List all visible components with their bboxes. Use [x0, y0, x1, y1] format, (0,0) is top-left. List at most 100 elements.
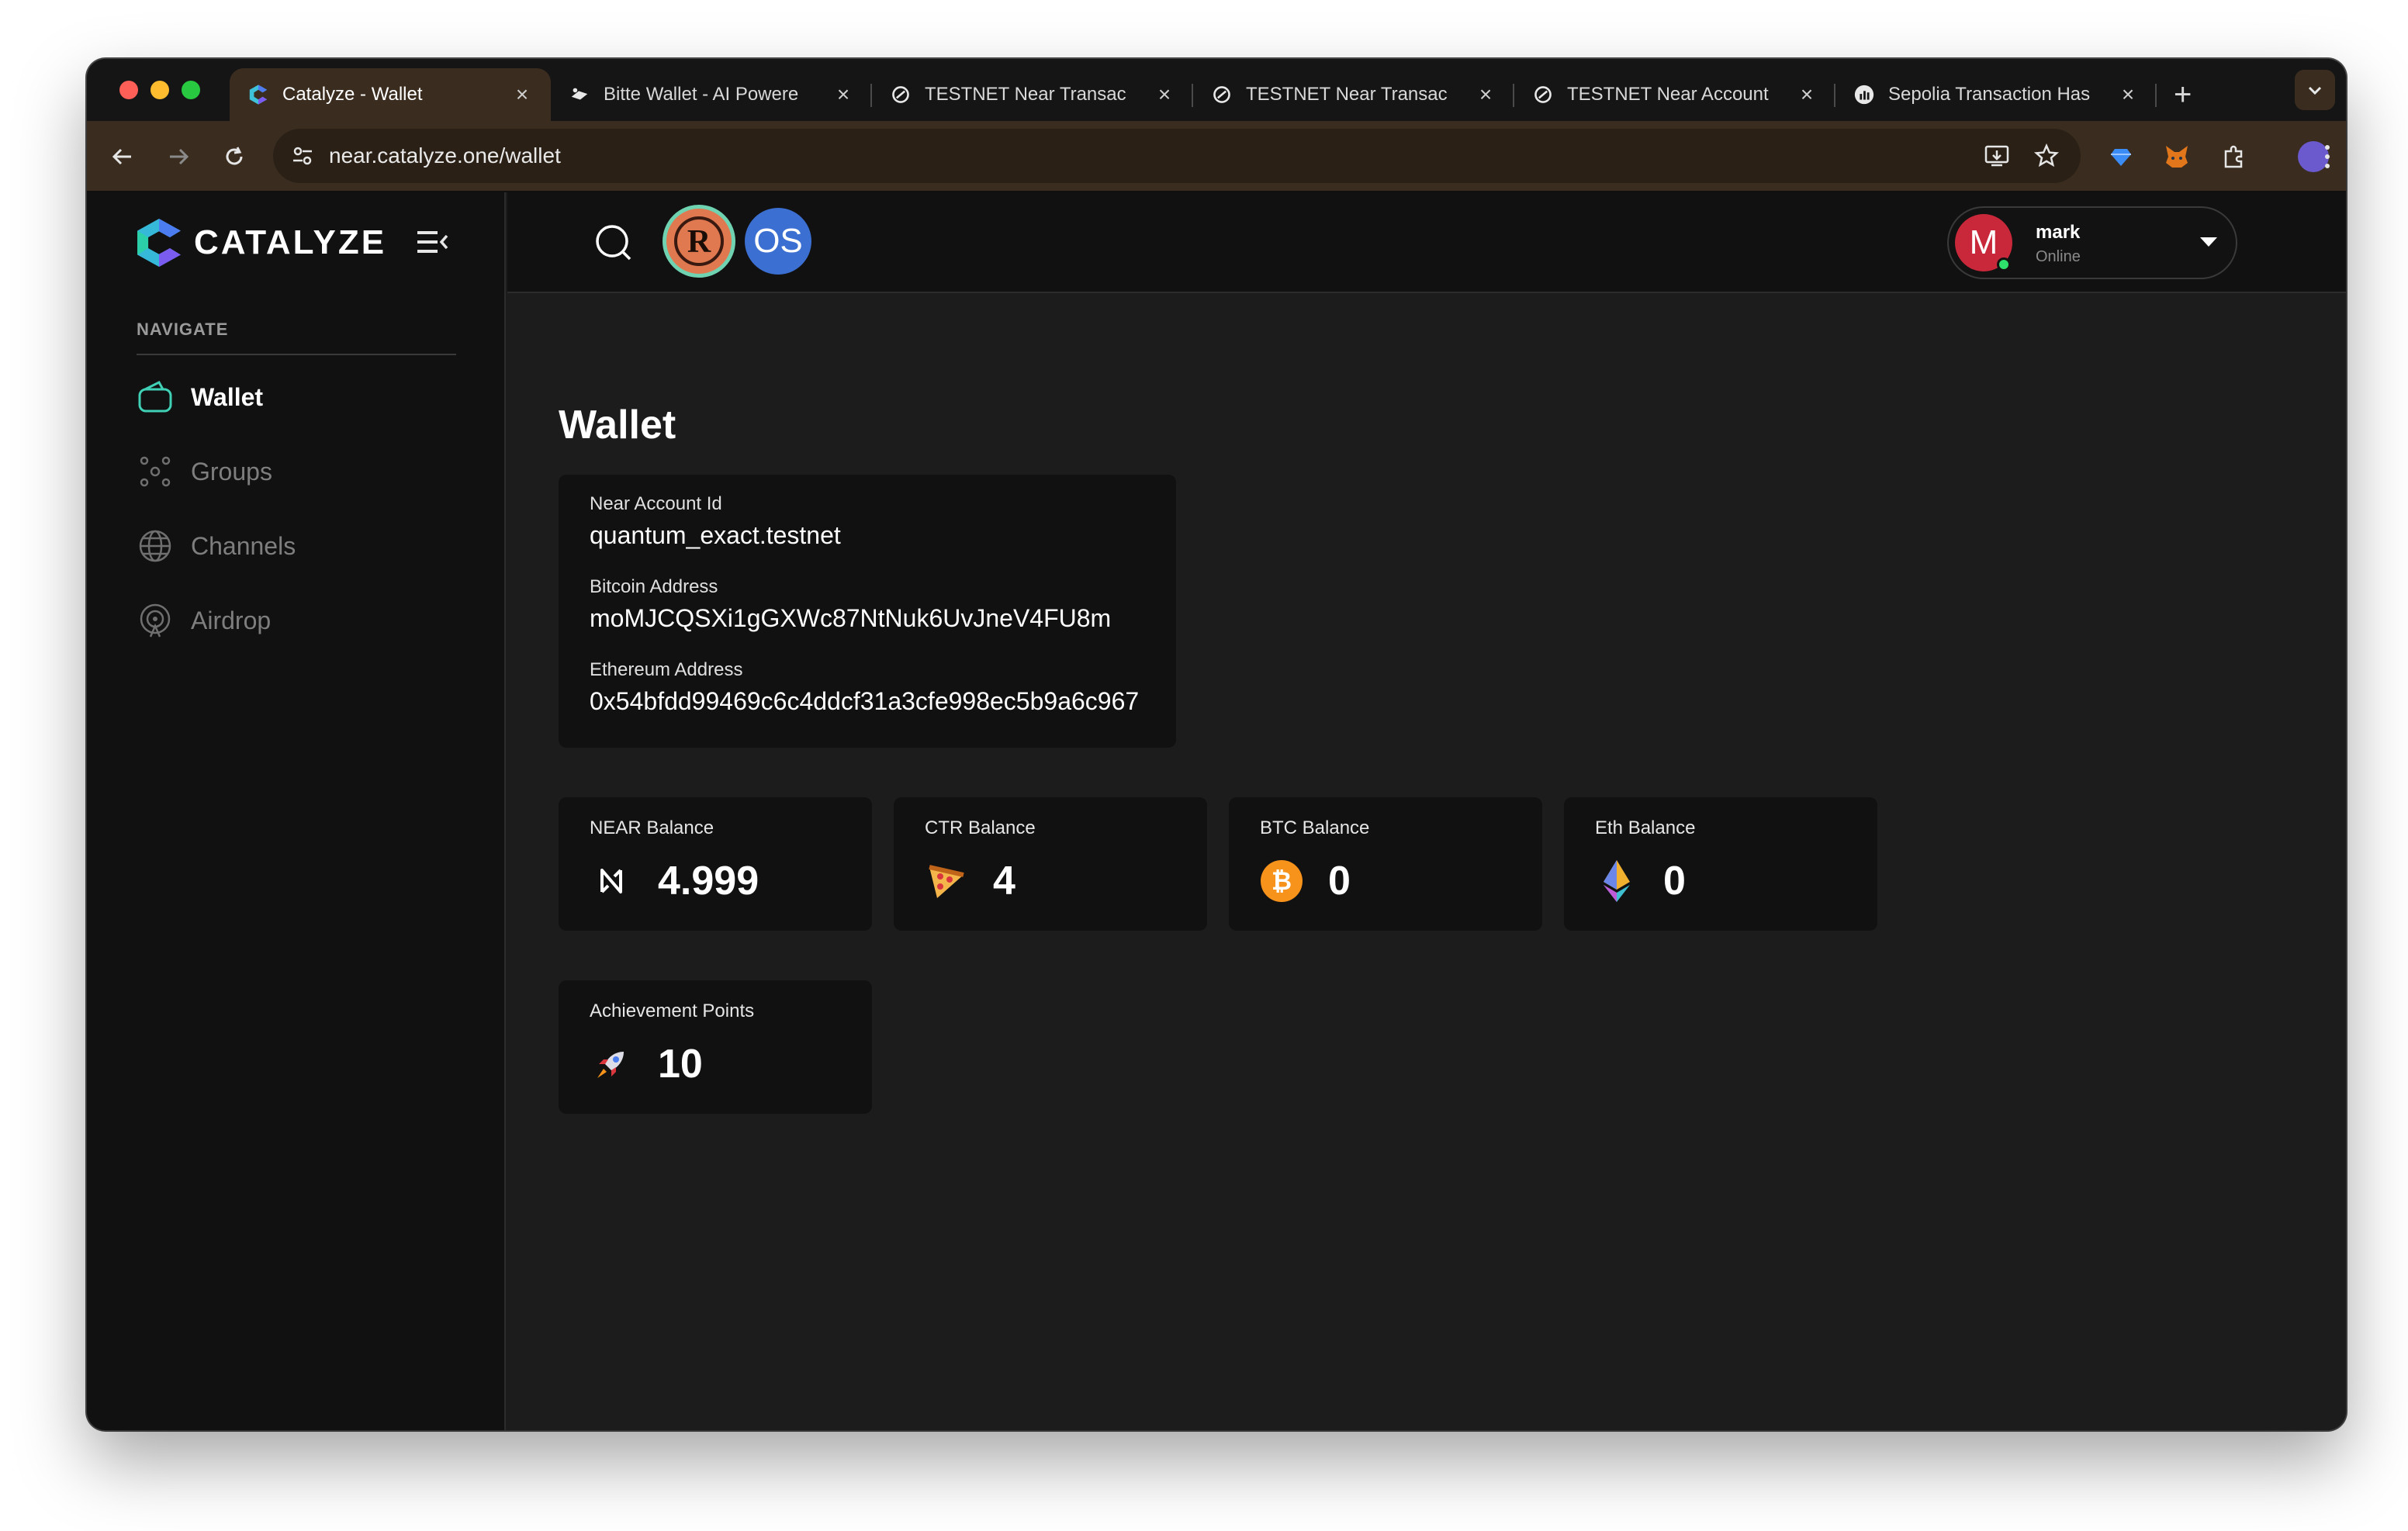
zoom-window-button[interactable] [182, 81, 200, 99]
catalyze-logo-icon [137, 219, 181, 267]
brand-name: CATALYZE [194, 223, 387, 261]
address-bar[interactable]: near.catalyze.one/wallet [273, 129, 2081, 183]
app-root: CATALYZE NAVIGATE Wallet Groups Channels… [87, 192, 2346, 1430]
addresses-card: Near Account Id quantum_exact.testnet Bi… [559, 475, 1176, 748]
wallet-icon [137, 378, 174, 416]
tab-testnet-near-transaction[interactable]: TESTNET Near Transac × [872, 68, 1193, 121]
rust-badge[interactable]: R [663, 205, 735, 278]
close-window-button[interactable] [119, 81, 138, 99]
extensions-puzzle-icon[interactable] [2216, 138, 2253, 175]
arrow-left-icon [112, 148, 131, 165]
nearblocks-icon [1531, 83, 1555, 106]
btc-balance-card: BTC Balance ₿ 0 [1229, 797, 1542, 931]
pizza-icon [925, 859, 968, 903]
caret-down-icon [2200, 237, 2217, 247]
eth-balance-value: 0 [1663, 859, 1686, 904]
bitte-icon [568, 83, 591, 106]
sidebar-item-label: Channels [191, 531, 296, 560]
main-content: R OS M mark Online Wallet Near Account I… [507, 192, 2346, 1430]
bitcoin-address-label: Bitcoin Address [590, 576, 718, 597]
back-button[interactable] [104, 138, 141, 175]
eth-balance-card: Eth Balance 0 [1564, 797, 1877, 931]
reload-button[interactable] [216, 138, 253, 175]
tab-bitte-wallet[interactable]: Bitte Wallet - AI Powere × [551, 68, 872, 121]
tab-catalyze-wallet[interactable]: Catalyze - Wallet × [230, 68, 551, 121]
sidebar-item-channels[interactable]: Channels [137, 523, 456, 569]
os-badge[interactable]: OS [745, 208, 811, 275]
user-menu[interactable]: M mark Online [1947, 206, 2237, 279]
tab-title: Sepolia Transaction Has [1888, 84, 2091, 105]
ctr-balance-card: CTR Balance 4 [894, 797, 1207, 931]
extension-gem-icon[interactable] [2102, 138, 2140, 175]
sidebar-item-airdrop[interactable]: Airdrop [137, 597, 456, 644]
browser-window: Catalyze - Wallet × Bitte Wallet - AI Po… [87, 59, 2346, 1430]
collapse-sidebar-button[interactable] [416, 226, 450, 257]
sidebar: CATALYZE NAVIGATE Wallet Groups Channels… [87, 192, 506, 1430]
metamask-icon[interactable] [2158, 138, 2195, 175]
sidebar-item-wallet[interactable]: Wallet [137, 374, 456, 420]
nearblocks-icon [889, 83, 912, 106]
rocket-icon [590, 1042, 633, 1086]
groups-icon [137, 453, 174, 490]
ethereum-icon [1595, 859, 1638, 903]
forward-button[interactable] [160, 138, 197, 175]
search-icon [596, 225, 631, 261]
near-balance-label: NEAR Balance [590, 817, 714, 838]
bitcoin-icon: ₿ [1260, 859, 1303, 903]
bookmark-star-icon[interactable] [2028, 137, 2065, 175]
nav-divider [137, 354, 456, 355]
btc-balance-value: 0 [1328, 859, 1351, 904]
nearblocks-icon [1210, 83, 1233, 106]
brand-logo[interactable]: CATALYZE [135, 216, 386, 270]
nav-heading: NAVIGATE [137, 320, 229, 339]
new-tab-button[interactable]: + [2157, 68, 2209, 121]
near-icon [590, 859, 633, 903]
top-bar: R OS M mark Online [507, 192, 2346, 293]
search-button[interactable] [593, 222, 635, 264]
sidebar-item-label: Wallet [191, 382, 264, 411]
globe-icon [137, 527, 174, 565]
close-tab-icon[interactable]: × [1474, 82, 1497, 107]
ethereum-address-value[interactable]: 0x54bfdd99469c6c4ddcf31a3cfe998ec5b9a6c9… [590, 687, 1145, 716]
near-account-value[interactable]: quantum_exact.testnet [590, 521, 1145, 550]
reload-icon [226, 147, 243, 165]
near-account-label: Near Account Id [590, 493, 722, 514]
near-balance-card: NEAR Balance 4.999 [559, 797, 872, 931]
menu-collapse-icon [417, 231, 448, 253]
url-text: near.catalyze.one/wallet [329, 143, 561, 168]
ethereum-address-label: Ethereum Address [590, 659, 743, 680]
close-tab-icon[interactable]: × [832, 82, 855, 107]
close-tab-icon[interactable]: × [1153, 82, 1176, 107]
install-app-icon[interactable] [1978, 137, 2015, 175]
tab-title: Bitte Wallet - AI Powere [604, 84, 799, 105]
close-tab-icon[interactable]: × [510, 82, 534, 107]
user-status: Online [2036, 248, 2081, 265]
near-balance-value: 4.999 [658, 859, 759, 904]
tab-title: TESTNET Near Account [1567, 84, 1769, 105]
minimize-window-button[interactable] [150, 81, 169, 99]
tab-title: TESTNET Near Transac [925, 84, 1126, 105]
sidebar-item-groups[interactable]: Groups [137, 448, 456, 495]
svg-text:₿: ₿ [1271, 867, 1292, 895]
tab-title: Catalyze - Wallet [282, 84, 423, 105]
tab-strip: Catalyze - Wallet × Bitte Wallet - AI Po… [87, 59, 2346, 121]
achievement-points-value: 10 [658, 1042, 703, 1087]
window-controls [119, 81, 200, 99]
online-status-dot [1997, 257, 2011, 271]
rust-logo-icon: R [674, 216, 724, 266]
svg-text:R: R [687, 224, 711, 260]
tab-testnet-near-transaction-2[interactable]: TESTNET Near Transac × [1193, 68, 1514, 121]
achievement-points-card: Achievement Points 10 [559, 980, 872, 1114]
close-tab-icon[interactable]: × [1795, 82, 1818, 107]
tab-sepolia-transaction[interactable]: Sepolia Transaction Has × [1835, 68, 2157, 121]
close-tab-icon[interactable]: × [2116, 82, 2140, 107]
tab-title: TESTNET Near Transac [1246, 84, 1448, 105]
tab-search-button[interactable] [2295, 70, 2335, 110]
bitcoin-address-value[interactable]: moMJCQSXi1gGXWc87NtNuk6UvJneV4FU8m [590, 604, 1145, 633]
catalyze-logo-icon [247, 83, 270, 106]
browser-menu-icon[interactable] [2309, 138, 2346, 175]
user-name: mark [2036, 222, 2081, 243]
site-settings-icon[interactable] [289, 142, 317, 170]
airdrop-icon [137, 602, 174, 639]
tab-testnet-near-account[interactable]: TESTNET Near Account × [1514, 68, 1835, 121]
